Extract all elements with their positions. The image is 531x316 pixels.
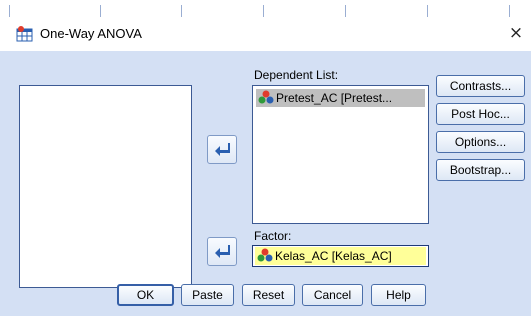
ruler-tick — [427, 5, 428, 17]
factor-label: Factor: — [254, 229, 292, 243]
move-to-factor-button[interactable] — [207, 237, 237, 266]
cancel-button[interactable]: Cancel — [302, 284, 363, 306]
window-title: One-Way ANOVA — [40, 26, 142, 41]
factor-field[interactable]: Kelas_AC [Kelas_AC] — [252, 245, 429, 267]
dependent-list-label: Dependent List: — [254, 68, 339, 82]
move-arrow-icon — [215, 143, 230, 156]
dependent-item-label: Pretest_AC [Pretest... — [276, 91, 393, 105]
reset-button[interactable]: Reset — [242, 284, 295, 306]
source-variable-list[interactable] — [19, 85, 192, 288]
move-to-dependent-button[interactable] — [207, 135, 237, 164]
ruler-tick — [181, 5, 182, 17]
bootstrap-button[interactable]: Bootstrap... — [436, 159, 525, 181]
options-button[interactable]: Options... — [436, 131, 525, 153]
nominal-variable-icon — [257, 248, 273, 262]
ruler-tick — [263, 5, 264, 17]
one-way-anova-dialog: One-Way ANOVA × Dependent List: Pretest_… — [0, 17, 531, 316]
close-icon[interactable]: × — [505, 21, 527, 45]
factor-item[interactable]: Kelas_AC [Kelas_AC] — [255, 247, 426, 265]
factor-value: Kelas_AC [Kelas_AC] — [275, 249, 392, 263]
post-hoc-button[interactable]: Post Hoc... — [436, 103, 525, 125]
dependent-list-item[interactable]: Pretest_AC [Pretest... — [256, 89, 425, 107]
contrasts-button[interactable]: Contrasts... — [436, 75, 525, 97]
dependent-list[interactable]: Pretest_AC [Pretest... — [252, 85, 429, 224]
ruler-tick — [509, 5, 510, 17]
anova-app-icon — [16, 26, 33, 42]
ruler-tick — [100, 5, 101, 17]
help-button[interactable]: Help — [371, 284, 426, 306]
ruler-tick — [345, 5, 346, 17]
ok-button[interactable]: OK — [117, 284, 174, 306]
background-ruler-strip — [0, 0, 531, 17]
title-bar: One-Way ANOVA × — [0, 17, 531, 51]
move-arrow-icon — [215, 245, 230, 258]
ruler-tick — [9, 5, 10, 17]
paste-button[interactable]: Paste — [181, 284, 234, 306]
nominal-variable-icon — [258, 90, 274, 104]
